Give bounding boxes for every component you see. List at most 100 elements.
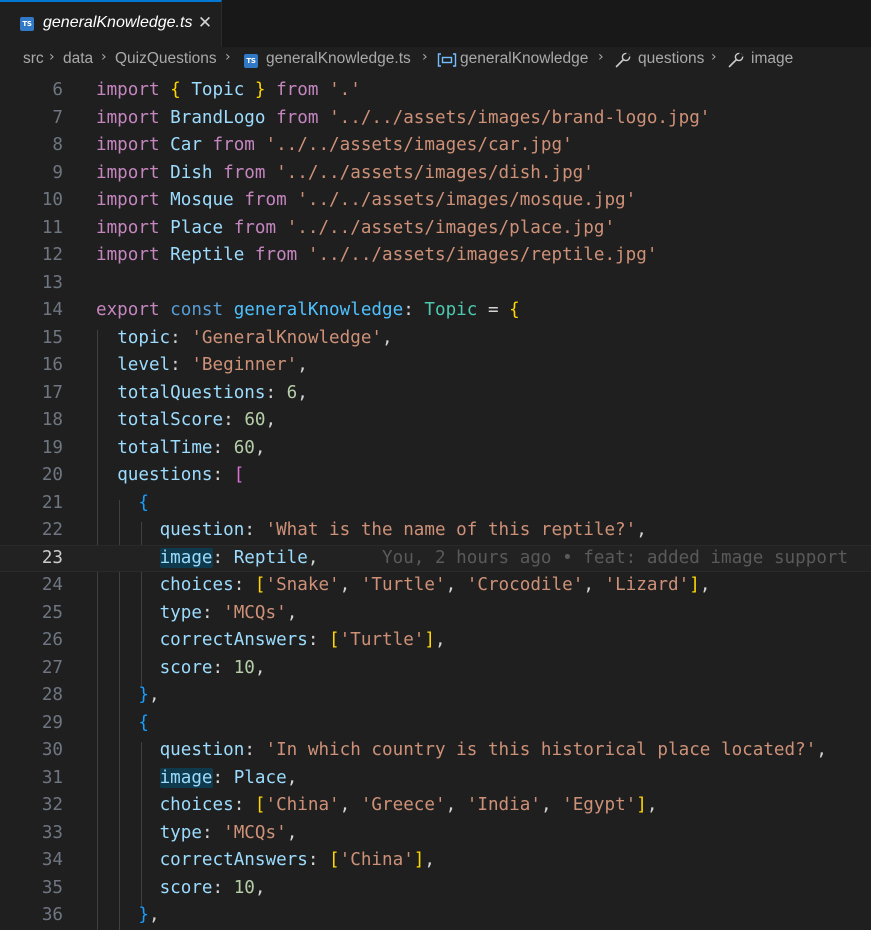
code-token: score bbox=[159, 877, 213, 898]
line-number: 19 bbox=[41, 437, 63, 458]
code-token: } bbox=[138, 685, 149, 705]
code-line[interactable]: 24 choices: ['Snake', 'Turtle', 'Crocodi… bbox=[0, 572, 871, 600]
breadcrumb-item-file[interactable]: generalKnowledge.ts bbox=[266, 50, 411, 68]
code-token: Place bbox=[170, 217, 224, 238]
code-token: [ bbox=[233, 465, 245, 485]
code-token: 60 bbox=[233, 437, 255, 458]
breadcrumb-item-quizquestions[interactable]: QuizQuestions bbox=[115, 50, 217, 68]
code-text: export const generalKnowledge: Topic = { bbox=[96, 297, 520, 325]
code-line[interactable]: 15 topic: 'GeneralKnowledge', bbox=[0, 325, 871, 353]
breadcrumb-item-image[interactable]: image bbox=[751, 50, 793, 68]
code-line[interactable]: 25 type: 'MCQs', bbox=[0, 600, 871, 628]
code-line[interactable]: 22 question: 'What is the name of this r… bbox=[0, 517, 871, 545]
code-token: , bbox=[816, 740, 827, 760]
code-line[interactable]: 18 totalScore: 60, bbox=[0, 407, 871, 435]
code-line[interactable]: 30 question: 'In which country is this h… bbox=[0, 737, 871, 765]
line-number: 16 bbox=[41, 355, 63, 375]
code-token: } bbox=[138, 905, 149, 925]
code-token: question bbox=[159, 740, 245, 760]
code-token: , bbox=[583, 575, 605, 595]
breadcrumb-item-questions[interactable]: questions bbox=[638, 50, 704, 68]
code-line[interactable]: 29 { bbox=[0, 710, 871, 738]
chevron-right-icon: › bbox=[711, 49, 717, 65]
typescript-file-icon: TS bbox=[244, 54, 258, 68]
code-line[interactable]: 34 correctAnswers: ['China'], bbox=[0, 847, 871, 875]
breadcrumb-item-generalknowledge[interactable]: generalKnowledge bbox=[460, 50, 588, 68]
code-token: : bbox=[307, 850, 330, 870]
code-line[interactable]: 9 import Dish from '../../assets/images/d… bbox=[0, 160, 871, 188]
code-token: , bbox=[445, 795, 467, 815]
highlighted-token: image bbox=[159, 547, 213, 568]
code-token: : bbox=[233, 795, 255, 815]
code-token: , bbox=[636, 520, 647, 540]
tab-generalknowledge-ts[interactable]: TS generalKnowledge.ts ✕ bbox=[0, 0, 222, 47]
code-token: : bbox=[212, 437, 234, 458]
close-icon[interactable]: ✕ bbox=[196, 13, 214, 33]
highlighted-token: image bbox=[159, 767, 213, 788]
code-line[interactable]: 10 import Mosque from '../../assets/image… bbox=[0, 187, 871, 215]
breadcrumb-item-src[interactable]: src bbox=[23, 50, 44, 68]
code-line[interactable]: 17 totalQuestions: 6, bbox=[0, 380, 871, 408]
code-token: , bbox=[339, 795, 361, 815]
code-line[interactable]: 33 type: 'MCQs', bbox=[0, 820, 871, 848]
code-line[interactable]: 12 import Reptile from '../../assets/imag… bbox=[0, 242, 871, 270]
code-token: 'Turtle' bbox=[339, 630, 425, 650]
code-line[interactable]: 23 image: Reptile, You, 2 hours ago • fe… bbox=[0, 544, 871, 572]
code-line[interactable]: 21 { bbox=[0, 490, 871, 518]
code-token: [ bbox=[254, 795, 266, 815]
code-token: { bbox=[170, 80, 181, 100]
code-line[interactable]: 7 import BrandLogo from '../../assets/ima… bbox=[0, 105, 871, 133]
code-line[interactable]: 16 level: 'Beginner', bbox=[0, 352, 871, 380]
code-token: : bbox=[212, 657, 234, 678]
code-line[interactable]: 20 questions: [ bbox=[0, 462, 871, 490]
code-token: 'Egypt' bbox=[562, 795, 637, 815]
code-text: import BrandLogo from '../../assets/imag… bbox=[96, 105, 710, 133]
code-token: 'Crocodile' bbox=[466, 575, 584, 595]
code-text: import { Topic } from '.' bbox=[96, 77, 361, 105]
code-token: ] bbox=[413, 850, 425, 870]
code-text: totalTime: 60, bbox=[96, 435, 265, 463]
code-token: correctAnswers bbox=[159, 630, 308, 650]
code-line[interactable]: 32 choices: ['China', 'Greece', 'India',… bbox=[0, 792, 871, 820]
code-line[interactable]: 35 score: 10, bbox=[0, 875, 871, 903]
code-token: 'What is the name of this reptile?' bbox=[265, 520, 637, 540]
code-line[interactable]: 36 }, bbox=[0, 902, 871, 930]
line-number: 15 bbox=[41, 327, 63, 348]
code-line[interactable]: 13 bbox=[0, 270, 871, 298]
code-line[interactable]: 8 import Car from '../../assets/images/ca… bbox=[0, 132, 871, 160]
code-token: [ bbox=[329, 850, 340, 870]
code-token: 'China' bbox=[265, 795, 340, 815]
code-token: '../../assets/images/dish.jpg' bbox=[276, 162, 594, 183]
code-token: , bbox=[297, 382, 308, 403]
code-line[interactable]: 31 image: Place, bbox=[0, 765, 871, 793]
code-editor[interactable]: 6 import { Topic } from '.' 7 import BrandL… bbox=[0, 75, 871, 930]
code-token: type bbox=[159, 602, 202, 623]
code-token: , bbox=[286, 602, 298, 623]
code-line[interactable]: 6 import { Topic } from '.' bbox=[0, 77, 871, 105]
code-line[interactable]: 28 }, bbox=[0, 682, 871, 710]
line-number: 22 bbox=[41, 520, 63, 540]
code-token: ] bbox=[424, 630, 435, 650]
code-line[interactable]: 11 import Place from '../../assets/images… bbox=[0, 215, 871, 243]
code-line[interactable]: 27 score: 10, bbox=[0, 655, 871, 683]
code-line[interactable]: 14 export const generalKnowledge: Topic =… bbox=[0, 297, 871, 325]
line-number: 33 bbox=[41, 822, 63, 843]
code-line[interactable]: 26 correctAnswers: ['Turtle'], bbox=[0, 627, 871, 655]
code-token: Dish bbox=[170, 162, 213, 183]
code-line[interactable]: 19 totalTime: 60, bbox=[0, 435, 871, 463]
breadcrumb-item-data[interactable]: data bbox=[63, 50, 93, 68]
code-token: import bbox=[96, 80, 160, 100]
